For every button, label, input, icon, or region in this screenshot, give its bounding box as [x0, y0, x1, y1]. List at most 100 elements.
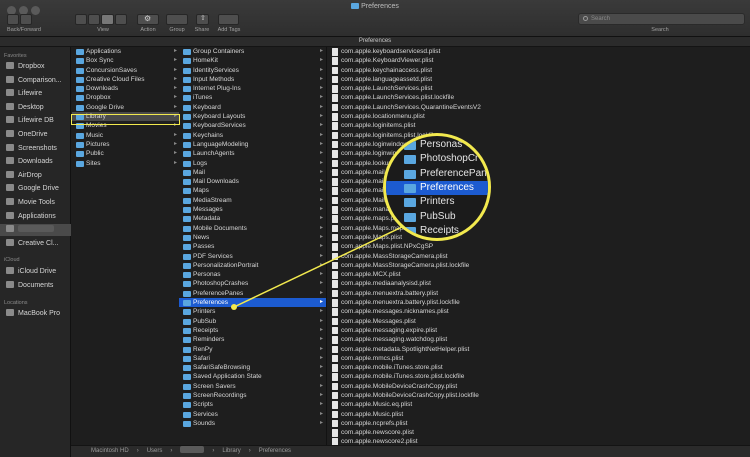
sidebar-item-onedrive[interactable]: OneDrive [6, 129, 70, 141]
file-item-com-apple-messages-nicknames-plist[interactable]: com.apple.messages.nicknames.plist [327, 307, 750, 316]
file-item-com-apple-launchservices-plist[interactable]: com.apple.LaunchServices.plist [327, 84, 750, 93]
sidebar-item-desktop[interactable]: Desktop [6, 102, 70, 114]
file-item-com-apple-launchservices-quarantineeventsv2[interactable]: com.apple.LaunchServices.QuarantineEvent… [327, 103, 750, 112]
icon-view-button[interactable] [75, 14, 87, 25]
folder-item-keyboardservices[interactable]: KeyboardServices ▸ [179, 121, 326, 130]
folder-item-mobile-documents[interactable]: Mobile Documents ▸ [179, 224, 326, 233]
folder-item-renpy[interactable]: RenPy ▸ [179, 345, 326, 354]
folder-item-printers[interactable]: Printers ▸ [179, 307, 326, 316]
folder-item-downloads[interactable]: Downloads ▸ [72, 84, 180, 93]
sidebar-item-applications[interactable]: Applications [6, 211, 70, 223]
back-button[interactable] [7, 14, 19, 25]
folder-item-launchagents[interactable]: LaunchAgents ▸ [179, 149, 326, 158]
column-view-button[interactable] [101, 14, 114, 25]
path-segment-library[interactable]: Library [222, 448, 240, 454]
folder-item-safari[interactable]: Safari ▸ [179, 354, 326, 363]
folder-item-box-sync[interactable]: Box Sync ▸ [72, 56, 180, 65]
file-item-com-apple-maps-plist[interactable]: com.apple.Maps.plist [327, 233, 750, 242]
sidebar-item-google-drive[interactable]: Google Drive [6, 183, 70, 195]
folder-item-preferences[interactable]: Preferences ▸ [179, 298, 326, 308]
file-item-com-apple-music-plist[interactable]: com.apple.Music.plist [327, 410, 750, 419]
file-item-com-apple-loginwindow-plist[interactable]: com.apple.loginwindow.plist [327, 140, 750, 149]
file-item-com-apple-massstoragecamera-plist[interactable]: com.apple.MassStorageCamera.plist [327, 252, 750, 261]
file-item-com-apple-menuextra-battery-plist[interactable]: com.apple.menuextra.battery.plist [327, 289, 750, 298]
file-item-com-apple-maps-plist-npxcgsp[interactable]: com.apple.Maps.plist.NPxCgSP [327, 242, 750, 251]
sidebar-item-airdrop[interactable]: AirDrop [6, 170, 70, 182]
action-button[interactable]: ⚙ [137, 14, 159, 25]
file-item-com-apple-keychainaccess-plist[interactable]: com.apple.keychainaccess.plist [327, 66, 750, 75]
folder-item-scripts[interactable]: Scripts ▸ [179, 400, 326, 409]
sidebar-item-icloud-drive[interactable]: iCloud Drive [6, 266, 70, 278]
path-segment-users[interactable]: Users [147, 448, 163, 454]
sidebar-item-macbook-pro[interactable]: MacBook Pro [6, 308, 70, 320]
folder-item-mail-downloads[interactable]: Mail Downloads ▸ [179, 177, 326, 186]
file-item-com-apple-mcx-plist[interactable]: com.apple.MCX.plist [327, 270, 750, 279]
file-item-com-apple-messaging-watchdog-plist[interactable]: com.apple.messaging.watchdog.plist [327, 335, 750, 344]
file-item-com-apple-keyboardviewer-plist[interactable]: com.apple.KeyboardViewer.plist [327, 56, 750, 65]
path-segment-item[interactable] [180, 446, 205, 454]
path-segment-macintosh-hd[interactable]: Macintosh HD [91, 448, 129, 454]
file-item-com-apple-music-eq-plist[interactable]: com.apple.Music.eq.plist [327, 400, 750, 409]
folder-item-reminders[interactable]: Reminders ▸ [179, 335, 326, 344]
file-item-com-apple-massstoragecamera-plist-lockfile[interactable]: com.apple.MassStorageCamera.plist.lockfi… [327, 261, 750, 270]
folder-item-applications[interactable]: Applications ▸ [72, 47, 180, 56]
folder-item-itunes[interactable]: iTunes ▸ [179, 93, 326, 102]
add-tags-button[interactable] [218, 14, 239, 25]
path-segment-preferences[interactable]: Preferences [259, 448, 291, 454]
sidebar-item-item[interactable] [0, 224, 71, 237]
file-item-com-apple-loginitems-plist[interactable]: com.apple.loginitems.plist [327, 121, 750, 130]
sidebar-item-lifewire-db[interactable]: Lifewire DB [6, 115, 70, 127]
folder-item-google-drive[interactable]: Google Drive ▸ [72, 103, 180, 112]
sidebar-item-dropbox[interactable]: Dropbox [6, 61, 70, 73]
folder-item-passes[interactable]: Passes ▸ [179, 242, 326, 251]
share-button[interactable]: ⇧ [196, 14, 209, 25]
group-button[interactable] [166, 14, 188, 25]
list-view-button[interactable] [88, 14, 100, 25]
folder-item-metadata[interactable]: Metadata ▸ [179, 214, 326, 223]
folder-item-languagemodeling[interactable]: LanguageModeling ▸ [179, 140, 326, 149]
file-item-com-apple-menuextra-battery-plist-lockfile[interactable]: com.apple.menuextra.battery.plist.lockfi… [327, 298, 750, 307]
folder-item-messages[interactable]: Messages ▸ [179, 205, 326, 214]
folder-item-news[interactable]: News ▸ [179, 233, 326, 242]
file-item-com-apple-loginitems-plist-lockfile[interactable]: com.apple.loginitems.plist.lockfile [327, 131, 750, 140]
file-item-com-apple-messaging-expire-plist[interactable]: com.apple.messaging.expire.plist [327, 326, 750, 335]
sidebar-item-comparison[interactable]: Comparison... [6, 75, 70, 87]
search-input[interactable]: Search [578, 13, 745, 25]
folder-item-music[interactable]: Music ▸ [72, 131, 180, 140]
folder-item-identityservices[interactable]: IdentityServices ▸ [179, 66, 326, 75]
folder-item-public[interactable]: Public ▸ [72, 149, 180, 158]
forward-button[interactable] [20, 14, 32, 25]
folder-item-logs[interactable]: Logs ▸ [179, 159, 326, 168]
file-item-com-apple-mobile-itunes-store-plist[interactable]: com.apple.mobile.iTunes.store.plist [327, 363, 750, 372]
folder-item-screen-savers[interactable]: Screen Savers ▸ [179, 382, 326, 391]
folder-item-mail[interactable]: Mail ▸ [179, 168, 326, 177]
file-item-com-apple-mmcs-plist[interactable]: com.apple.mmcs.plist [327, 354, 750, 363]
folder-item-screenrecordings[interactable]: ScreenRecordings ▸ [179, 391, 326, 400]
folder-item-pictures[interactable]: Pictures ▸ [72, 140, 180, 149]
folder-item-pdf-services[interactable]: PDF Services ▸ [179, 252, 326, 261]
folder-item-pubsub[interactable]: PubSub ▸ [179, 317, 326, 326]
folder-item-dropbox[interactable]: Dropbox ▸ [72, 93, 180, 102]
file-item-com-apple-mobiledevicecrashcopy-plist-lockfile[interactable]: com.apple.MobileDeviceCrashCopy.plist.lo… [327, 391, 750, 400]
file-item-com-apple-maps-mapsync-plist[interactable]: com.apple.Maps.mapsync.plist [327, 224, 750, 233]
file-item-com-apple-launchservices-plist-lockfile[interactable]: com.apple.LaunchServices.plist.lockfile [327, 93, 750, 102]
folder-item-safarisafebrowsing[interactable]: SafariSafeBrowsing ▸ [179, 363, 326, 372]
folder-item-creative-cloud-files[interactable]: Creative Cloud Files ▸ [72, 75, 180, 84]
folder-item-keychains[interactable]: Keychains ▸ [179, 131, 326, 140]
folder-item-sites[interactable]: Sites ▸ [72, 159, 180, 168]
file-item-com-apple-messages-plist[interactable]: com.apple.Messages.plist [327, 317, 750, 326]
folder-item-group-containers[interactable]: Group Containers ▸ [179, 47, 326, 56]
folder-item-services[interactable]: Services ▸ [179, 410, 326, 419]
file-item-com-apple-keyboardservicesd-plist[interactable]: com.apple.keyboardservicesd.plist [327, 47, 750, 56]
file-item-com-apple-newscore-plist[interactable]: com.apple.newscore.plist [327, 428, 750, 437]
folder-item-maps[interactable]: Maps ▸ [179, 186, 326, 195]
sidebar-item-creative-cl[interactable]: Creative Cl... [6, 238, 70, 250]
file-item-com-apple-metadata-spotlightnethelper-plist[interactable]: com.apple.metadata.SpotlightNetHelper.pl… [327, 345, 750, 354]
folder-item-receipts[interactable]: Receipts ▸ [179, 326, 326, 335]
gallery-view-button[interactable] [115, 14, 127, 25]
folder-item-concursionsaves[interactable]: ConcursionSaves ▸ [72, 66, 180, 75]
sidebar-item-downloads[interactable]: Downloads [6, 156, 70, 168]
folder-item-personalizationportrait[interactable]: PersonalizationPortrait ▸ [179, 261, 326, 270]
sidebar-item-lifewire[interactable]: Lifewire [6, 88, 70, 100]
folder-item-mediastream[interactable]: MediaStream ▸ [179, 196, 326, 205]
